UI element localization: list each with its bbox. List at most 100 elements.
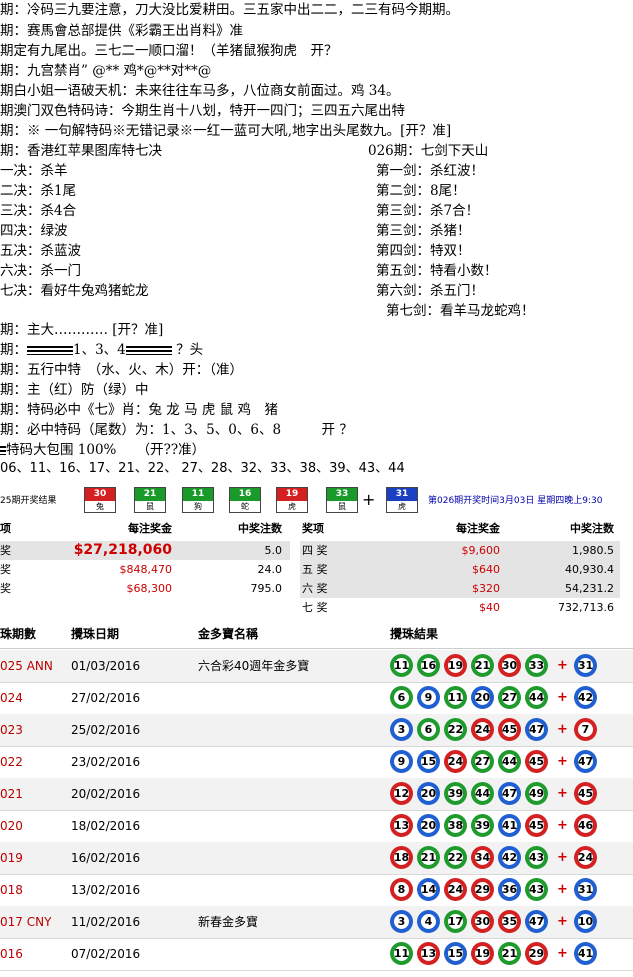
draw-ball-number: 16 (230, 488, 260, 501)
draw-id[interactable]: 017 CNY (0, 906, 51, 938)
result-ball: 6 (390, 686, 413, 709)
text-line: 期：赛馬會总部提供《彩霸王出肖料》准 (0, 23, 243, 39)
draw-ball: 11 狗 (182, 487, 214, 513)
text-line: 期定有九尾出。三七二一顺口溜！（羊猪鼠猴狗虎 开？ (0, 43, 338, 59)
result-ball: 9 (390, 750, 413, 773)
prize-name: 奖 (0, 582, 11, 595)
left-item: 七决：看好牛兔鸡猪蛇龙 (0, 283, 149, 299)
history-row: 021 20/02/2016 12 20 39 44 47 49 +45 (0, 778, 633, 811)
result-ball: 4 (417, 910, 440, 933)
prize-name: 奖 (0, 563, 11, 576)
draw-ball-number: 30 (85, 488, 115, 501)
prize-count: 732,713.6 (558, 601, 614, 614)
prize-name: 七 奖 (302, 601, 328, 614)
prize-name: 四 奖 (302, 544, 328, 557)
draw-id[interactable]: 019 (0, 842, 23, 874)
right-item: 第七剑：看羊马龙蛇鸡！ (386, 303, 535, 319)
right-section-title: 026期：七剑下天山 (368, 143, 489, 159)
result-ball: 38 (444, 814, 467, 837)
left-item: 四决：绿波 (0, 223, 68, 239)
special-ball: 7 (574, 718, 597, 741)
draw-id[interactable]: 021 (0, 778, 23, 810)
numbers-line: 06、11、16、17、21、22、 27、28、32、33、38、39、43、… (0, 461, 405, 476)
result-ball: 3 (390, 718, 413, 741)
result-ball: 47 (525, 718, 548, 741)
prize-row: 六 奖 $320 54,231.2 (300, 579, 620, 598)
prize-amount: $320 (472, 582, 500, 595)
result-ball: 17 (444, 910, 467, 933)
result-ball: 43 (525, 878, 548, 901)
left-item: 六决：杀一门 (0, 263, 81, 279)
draw-ball: 33 鼠 (326, 487, 358, 513)
draw-id[interactable]: 023 (0, 714, 23, 746)
history-row: 023 25/02/2016 3 6 22 24 45 47 +7 (0, 714, 633, 747)
result-ball: 30 (471, 910, 494, 933)
result-ball: 21 (498, 942, 521, 965)
special-ball: 10 (574, 910, 597, 933)
draw-id[interactable]: 020 (0, 810, 23, 842)
history-header: 珠期數 攪珠日期 金多寶名稱 攪珠結果 (0, 620, 633, 649)
draw-id[interactable]: 025 ANN (0, 650, 53, 682)
right-item: 第三剑：杀猪！ (376, 223, 471, 239)
draw-special-ball: 31 虎 (386, 487, 418, 513)
prize-table-right: 奖项 每注奖金 中奖注数 四 奖 $9,600 1,980.5 五 奖 $640 40,9… (300, 519, 620, 619)
text-line: 期：主大………… [开？准] (0, 322, 164, 338)
jackpot-name: 新春金多寶 (198, 915, 259, 929)
right-item: 第五剑：特看小数！ (376, 263, 498, 279)
prize-row: 四 奖 $9,600 1,980.5 (300, 541, 620, 560)
plus-sign: + (557, 786, 568, 801)
special-ball: 41 (574, 942, 597, 965)
prize-name: 奖 (0, 544, 11, 557)
draw-id[interactable]: 018 (0, 874, 23, 906)
prize-count: 40,930.4 (565, 563, 614, 576)
prize-count: 795.0 (250, 582, 283, 595)
bar-mark (125, 346, 172, 355)
prize-count: 24.0 (257, 563, 283, 576)
next-draw-info: 第026期开奖时间3月03日 星期四晚上9:30 (428, 496, 603, 506)
draw-id[interactable]: 022 (0, 746, 23, 778)
prize-row: 奖 $68,300 795.0 (0, 579, 290, 598)
draw-ball-number: 21 (135, 488, 165, 501)
result-ball: 30 (498, 654, 521, 677)
draw-ball-zodiac: 兔 (96, 502, 104, 511)
special-ball: 46 (574, 814, 597, 837)
draw-date: 23/02/2016 (71, 755, 141, 769)
draw-date: 11/02/2016 (71, 915, 141, 929)
prize-header: 项 每注奖金 中奖注数 (0, 522, 282, 535)
text-line: 期白小姐一语破天机：未来往往车马多，八位商女前面过。鸡 34。 (0, 83, 400, 99)
history-row: 022 23/02/2016 9 15 24 27 44 45 +47 (0, 746, 633, 779)
special-ball: 31 (574, 878, 597, 901)
prize-row: 奖 $848,470 24.0 (0, 560, 290, 579)
draw-id[interactable]: 024 (0, 682, 23, 714)
text-line: 期：五行中特 （水、火、木）开：（准） (0, 362, 243, 378)
result-ball: 45 (498, 718, 521, 741)
prize-count: 1,980.5 (572, 544, 614, 557)
result-ball: 6 (417, 718, 440, 741)
draw-date: 27/02/2016 (71, 691, 141, 705)
draw-ball: 21 鼠 (134, 487, 166, 513)
special-ball: 24 (574, 846, 597, 869)
draw-ball-number: 31 (387, 488, 417, 501)
result-ball: 20 (417, 814, 440, 837)
bar-line: 期： 1、3、4 ？头 (0, 342, 204, 358)
draw-id[interactable]: 016 (0, 938, 23, 970)
result-ball: 16 (417, 654, 440, 677)
plus-sign: + (557, 914, 568, 929)
result-ball: 29 (471, 878, 494, 901)
result-ball: 45 (525, 814, 548, 837)
plus-sign: + (557, 882, 568, 897)
result-ball: 42 (498, 846, 521, 869)
prize-count: 54,231.2 (565, 582, 614, 595)
right-item: 第三剑：杀7合！ (376, 203, 480, 219)
draw-date: 18/02/2016 (71, 819, 141, 833)
result-ball: 24 (471, 718, 494, 741)
draw-ball-zodiac: 虎 (398, 502, 406, 511)
plus-sign: + (557, 946, 568, 961)
result-ball: 14 (417, 878, 440, 901)
result-ball: 39 (444, 782, 467, 805)
result-ball: 33 (525, 654, 548, 677)
prize-amount: $40 (479, 601, 500, 614)
history-row: 018 13/02/2016 8 14 24 29 36 43 +31 (0, 874, 633, 907)
plus-sign: + (557, 818, 568, 833)
result-ball: 15 (417, 750, 440, 773)
